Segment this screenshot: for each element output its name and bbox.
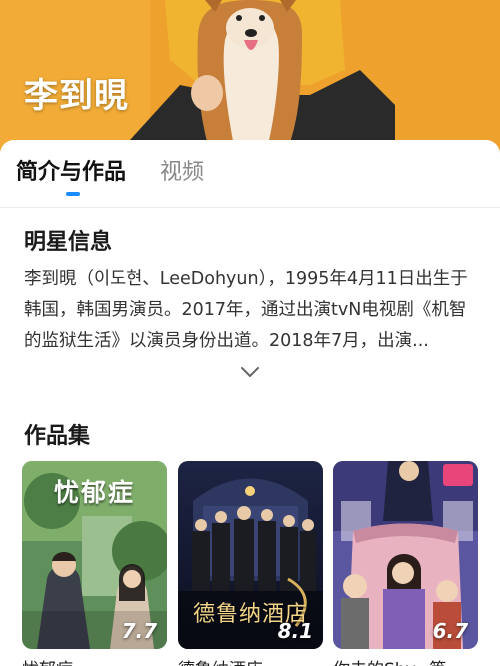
work-card[interactable]: 德鲁纳酒店 8.1 bbox=[178, 461, 323, 649]
works-section-title: 作品集 bbox=[24, 424, 91, 449]
poster-title: 忧郁症 bbox=[53, 478, 135, 507]
tab-intro-works[interactable]: 简介与作品 bbox=[16, 154, 126, 186]
rating-badge: 8.1 bbox=[277, 619, 313, 643]
bio-section-title: 明星信息 bbox=[24, 230, 113, 255]
work-title[interactable]: 忧郁症 bbox=[22, 655, 167, 666]
work-title[interactable]: 德鲁纳酒店 bbox=[178, 655, 323, 666]
work-card[interactable]: 忧郁症 7.7 bbox=[22, 461, 167, 649]
work-card[interactable]: 6.7 bbox=[333, 461, 478, 649]
tab-videos[interactable]: 视频 bbox=[160, 154, 204, 186]
rating-badge: 6.7 bbox=[432, 619, 468, 643]
tab-bar: 简介与作品 视频 bbox=[0, 140, 500, 208]
chevron-down-icon[interactable] bbox=[238, 364, 262, 380]
rating-badge: 7.7 bbox=[121, 619, 157, 643]
bio-text: 李到晛（이도현、LeeDohyun），1995年4月11日出生于韩国，韩国男演员… bbox=[24, 269, 468, 351]
active-tab-indicator bbox=[66, 192, 80, 196]
hero-title: 李到晛 bbox=[24, 76, 129, 116]
work-title[interactable]: 你去的Shy...等 bbox=[333, 655, 478, 666]
content-sheet: 简介与作品 视频 明星信息 李到晛（이도현、LeeDohyun），1995年4月… bbox=[0, 140, 500, 666]
